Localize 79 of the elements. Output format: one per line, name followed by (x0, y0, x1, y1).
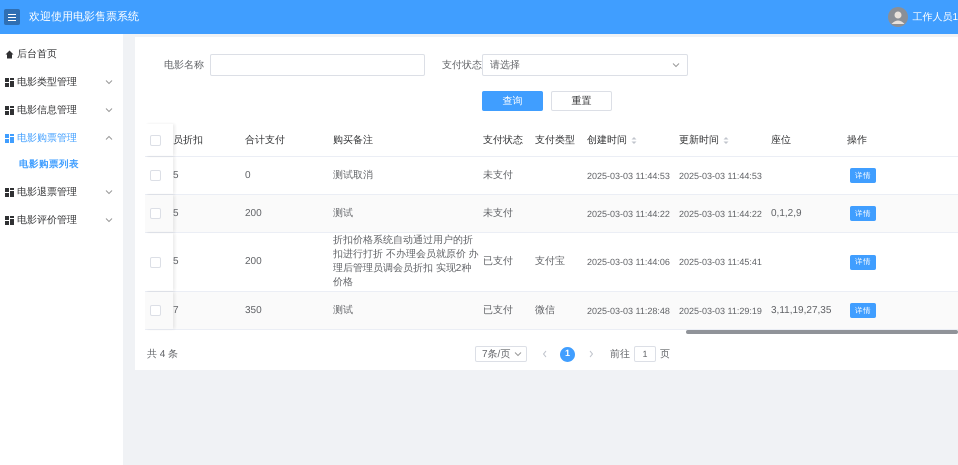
table-cell-text: 5 (173, 168, 180, 182)
chevron-down-icon (514, 350, 522, 358)
table-cell-text: 5 (173, 255, 180, 269)
table-cell-text: 7 (173, 304, 180, 318)
sidebar-item[interactable]: 电影类型管理 (0, 68, 123, 96)
table-cell-text: 测试 (333, 304, 354, 318)
table-cell-text: 200 (245, 206, 263, 220)
column-header: 座位 (771, 134, 791, 148)
horizontal-scrollbar[interactable] (686, 330, 958, 334)
sidebar-item[interactable]: 电影退票管理 (0, 178, 123, 206)
table-cell-text: 2025-03-03 11:44:22 (587, 208, 671, 220)
table-cell-text: 2025-03-03 11:44:22 (679, 208, 763, 220)
table-cell-text: 2025-03-03 11:44:53 (587, 170, 671, 182)
movie-name-field[interactable] (210, 54, 425, 76)
pay-status-select[interactable]: 请选择 (482, 54, 688, 76)
table-cell-text: 0,1,2,9 (771, 206, 803, 220)
table-cell-text: 350 (245, 304, 263, 318)
sort-icon[interactable] (723, 136, 729, 144)
table-cell-text: 3,11,19,27,35 (771, 304, 832, 318)
column-header: 支付状态 (483, 134, 523, 148)
sidebar-item[interactable]: 电影评价管理 (0, 206, 123, 234)
grid-icon (5, 188, 14, 196)
menu-button[interactable] (4, 9, 20, 25)
grid-icon (5, 106, 14, 114)
table-cell-text: 测试 (333, 206, 354, 220)
checkbox[interactable] (150, 170, 161, 181)
chevron-down-icon (105, 216, 113, 224)
table-cell-text: 5 (173, 206, 180, 220)
column-header: 创建时间 (587, 134, 627, 148)
goto-page-field[interactable]: 1 (634, 346, 656, 362)
sidebar-item[interactable]: 后台首页 (0, 40, 123, 68)
chevron-up-icon (105, 134, 113, 142)
total-count: 共 4 条 (147, 348, 180, 362)
chevron-down-icon (105, 78, 113, 86)
table-cell-text: 2025-03-03 11:45:41 (679, 256, 763, 269)
home-icon (5, 50, 14, 58)
table-cell-text: 测试取消 (333, 168, 374, 182)
field-label: 电影名称 (163, 58, 205, 72)
column-header: 操作 (847, 134, 867, 148)
chevron-down-icon (105, 188, 113, 196)
checkbox[interactable] (150, 134, 161, 146)
goto-suffix: 页 (660, 348, 670, 362)
column-header: 合计支付 (245, 134, 285, 148)
menu-icon (8, 14, 16, 20)
checkbox[interactable] (150, 305, 161, 316)
sort-icon[interactable] (631, 136, 637, 144)
goto-label: 前往 (610, 348, 630, 362)
checkbox[interactable] (150, 208, 161, 219)
table-cell-text: 支付宝 (535, 255, 566, 269)
column-header: 员折扣 (173, 134, 203, 148)
page-size-select[interactable]: 7条/页 (475, 346, 527, 362)
column-header: 购买备注 (333, 134, 373, 148)
table-cell: 折扣价格系统自动通过用户的折扣进行打折 不办理会员就原价 办理后管理员调会员折扣 实现2种价格 (333, 234, 479, 290)
table-cell-text: 2025-03-03 11:28:48 (587, 304, 671, 318)
table-cell-text: 微信 (535, 304, 556, 318)
chevron-down-icon (105, 106, 113, 114)
table-cell-text: 2025-03-03 11:29:19 (679, 304, 763, 318)
previous-page-icon[interactable] (542, 350, 548, 358)
field-label: 支付状态 (442, 58, 482, 72)
sidebar-item[interactable]: 电影信息管理 (0, 96, 123, 124)
chevron-down-icon (672, 61, 680, 69)
next-page-icon[interactable] (588, 350, 594, 358)
table-cell-text: 已支付 (483, 304, 514, 318)
table-cell-text: 0 (245, 168, 252, 182)
grid-icon (5, 78, 14, 86)
table-cell-text: 2025-03-03 11:44:53 (679, 170, 763, 182)
app-title: 欢迎使用电影售票系统 (29, 10, 139, 25)
table-cell-text: 未支付 (483, 206, 514, 220)
grid-icon (5, 134, 14, 142)
avatar[interactable] (888, 7, 908, 27)
table-cell-text: 已支付 (483, 255, 514, 269)
checkbox[interactable] (150, 256, 161, 268)
grid-icon (5, 216, 14, 224)
column-header: 更新时间 (679, 134, 719, 148)
table-cell-text: 2025-03-03 11:44:06 (587, 256, 671, 269)
reset-button[interactable]: 重置 (551, 91, 612, 111)
table-cell-text: 未支付 (483, 168, 514, 182)
table-cell-text: 200 (245, 255, 263, 269)
column-header: 支付类型 (535, 134, 575, 148)
